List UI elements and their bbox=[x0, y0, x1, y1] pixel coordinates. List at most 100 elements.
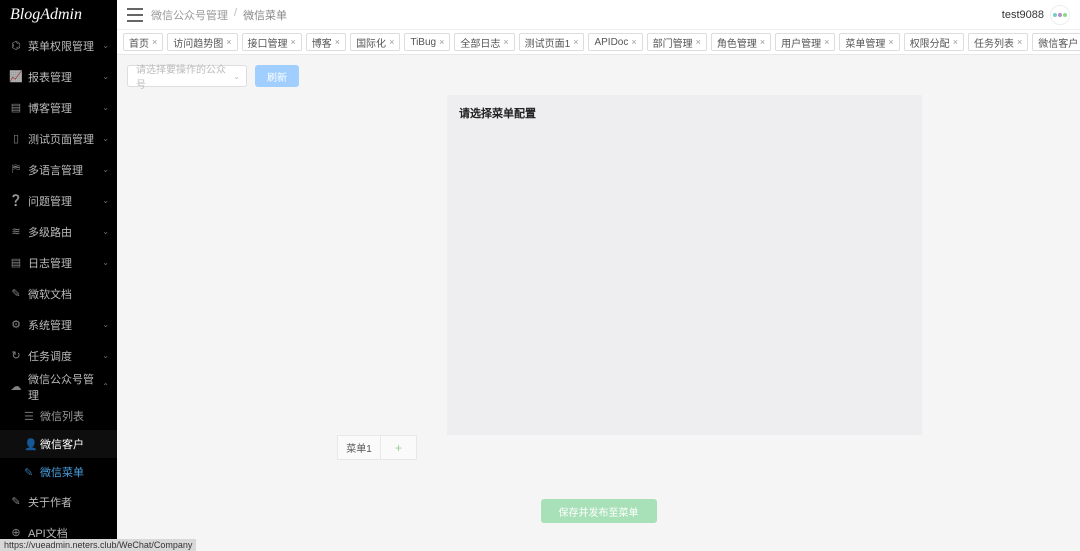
close-icon[interactable]: × bbox=[152, 37, 157, 47]
sidebar-item-label: 微信菜单 bbox=[40, 464, 84, 480]
tab-role[interactable]: 角色管理× bbox=[711, 33, 771, 51]
tab-user[interactable]: 用户管理× bbox=[775, 33, 835, 51]
tab-alllogs[interactable]: 全部日志× bbox=[454, 33, 514, 51]
sidebar-item-task[interactable]: ↻ 任务调度 ⌄ bbox=[0, 340, 117, 371]
sidebar-item-label: 微软文档 bbox=[28, 286, 109, 302]
close-icon[interactable]: × bbox=[439, 37, 444, 47]
sidebar-item-label: 日志管理 bbox=[28, 255, 102, 271]
question-icon: ❔ bbox=[10, 195, 22, 207]
status-bar-url: https://vueadmin.neters.club/WeChat/Comp… bbox=[0, 539, 196, 551]
page-icon: ▯ bbox=[10, 133, 22, 145]
sidebar-item-testpage[interactable]: ▯ 测试页面管理 ⌄ bbox=[0, 123, 117, 154]
close-icon[interactable]: × bbox=[760, 37, 765, 47]
app-logo: BlogAdmin bbox=[0, 0, 117, 30]
toolbar: 请选择要操作的公众号 ⌄ 刷新 bbox=[127, 65, 1070, 87]
sidebar-item-system[interactable]: ⚙ 系统管理 ⌄ bbox=[0, 309, 117, 340]
sidebar-nav: ⌬ 菜单权限管理 ⌄ 📈 报表管理 ⌄ ▤ 博客管理 ⌄ ▯ 测试页面管理 ⌄ … bbox=[0, 30, 117, 551]
sidebar-item-wechat[interactable]: ☁ 微信公众号管理 ⌃ bbox=[0, 371, 117, 402]
tab-visits[interactable]: 访问趋势图× bbox=[167, 33, 237, 51]
sitemap-icon: ⌬ bbox=[10, 40, 22, 52]
tab-testpage1[interactable]: 测试页面1× bbox=[519, 33, 585, 51]
menu-icon: ✎ bbox=[24, 466, 34, 479]
sidebar-item-label: 微信客户 bbox=[40, 436, 84, 452]
close-icon[interactable]: × bbox=[573, 37, 578, 47]
tab-interface[interactable]: 接口管理× bbox=[242, 33, 302, 51]
close-icon[interactable]: × bbox=[291, 37, 296, 47]
publish-button[interactable]: 保存并发布至菜单 bbox=[541, 499, 657, 523]
user-icon: 👤 bbox=[24, 438, 34, 451]
close-icon[interactable]: × bbox=[389, 37, 394, 47]
sidebar-item-label: 博客管理 bbox=[28, 100, 102, 116]
breadcrumb-current: 微信菜单 bbox=[243, 7, 287, 23]
api-icon: ⊕ bbox=[10, 527, 22, 539]
sidebar-item-msdocs[interactable]: ✎ 微软文档 bbox=[0, 278, 117, 309]
chevron-down-icon: ⌄ bbox=[102, 134, 109, 143]
sidebar-item-label: 菜单权限管理 bbox=[28, 38, 102, 54]
main: 微信公众号管理 / 微信菜单 test9088 首页× 访问趋势图× 接口管理×… bbox=[117, 0, 1080, 551]
sidebar-item-label: 任务调度 bbox=[28, 348, 102, 364]
doc-icon: ✎ bbox=[10, 288, 22, 300]
close-icon[interactable]: × bbox=[696, 37, 701, 47]
sidebar-item-label: 微信公众号管理 bbox=[28, 371, 102, 403]
menu1-button[interactable]: 菜单1 bbox=[337, 435, 381, 460]
tab-home[interactable]: 首页× bbox=[123, 33, 163, 51]
wechat-icon: ☁ bbox=[10, 381, 22, 393]
sidebar-subitem-wechat-customer[interactable]: 👤 微信客户 bbox=[0, 430, 117, 458]
account-select[interactable]: 请选择要操作的公众号 ⌄ bbox=[127, 65, 247, 87]
close-icon[interactable]: × bbox=[335, 37, 340, 47]
close-icon[interactable]: × bbox=[226, 37, 231, 47]
tab-permassign[interactable]: 权限分配× bbox=[904, 33, 964, 51]
sidebar-item-report[interactable]: 📈 报表管理 ⌄ bbox=[0, 61, 117, 92]
breadcrumb-sep: / bbox=[234, 7, 237, 23]
sidebar-item-perm[interactable]: ⌬ 菜单权限管理 ⌄ bbox=[0, 30, 117, 61]
log-icon: ▤ bbox=[10, 257, 22, 269]
avatar[interactable] bbox=[1050, 5, 1070, 25]
close-icon[interactable]: × bbox=[888, 37, 893, 47]
breadcrumb: 微信公众号管理 / 微信菜单 bbox=[151, 7, 287, 23]
sidebar-item-label: 微信列表 bbox=[40, 408, 84, 424]
sidebar-item-label: 测试页面管理 bbox=[28, 131, 102, 147]
refresh-button[interactable]: 刷新 bbox=[255, 65, 299, 87]
close-icon[interactable]: × bbox=[631, 37, 636, 47]
sidebar-item-issue[interactable]: ❔ 问题管理 ⌄ bbox=[0, 185, 117, 216]
tab-blog[interactable]: 博客× bbox=[306, 33, 346, 51]
tab-tibug[interactable]: TiBug× bbox=[404, 33, 450, 51]
chevron-down-icon: ⌄ bbox=[102, 320, 109, 329]
sidebar-item-author[interactable]: ✎ 关于作者 bbox=[0, 486, 117, 517]
select-placeholder: 请选择要操作的公众号 bbox=[136, 61, 233, 91]
tab-apidoc[interactable]: APIDoc× bbox=[588, 33, 642, 51]
tab-menu[interactable]: 菜单管理× bbox=[839, 33, 899, 51]
sidebar-item-logs[interactable]: ▤ 日志管理 ⌄ bbox=[0, 247, 117, 278]
tab-i18n[interactable]: 国际化× bbox=[350, 33, 400, 51]
config-title: 请选择菜单配置 bbox=[459, 105, 910, 121]
chevron-down-icon: ⌄ bbox=[102, 227, 109, 236]
chevron-down-icon: ⌄ bbox=[102, 196, 109, 205]
sidebar-item-label: 多级路由 bbox=[28, 224, 102, 240]
sidebar-item-routes[interactable]: ≋ 多级路由 ⌄ bbox=[0, 216, 117, 247]
tabs-bar: 首页× 访问趋势图× 接口管理× 博客× 国际化× TiBug× 全部日志× 测… bbox=[117, 30, 1080, 55]
breadcrumb-parent: 微信公众号管理 bbox=[151, 7, 228, 23]
task-icon: ↻ bbox=[10, 350, 22, 362]
sidebar-item-label: 报表管理 bbox=[28, 69, 102, 85]
tab-tasks[interactable]: 任务列表× bbox=[968, 33, 1028, 51]
header: 微信公众号管理 / 微信菜单 test9088 bbox=[117, 0, 1080, 30]
chevron-down-icon: ⌄ bbox=[102, 258, 109, 267]
sidebar-subitem-wechat-menu[interactable]: ✎ 微信菜单 bbox=[0, 458, 117, 486]
sidebar-item-label: 系统管理 bbox=[28, 317, 102, 333]
close-icon[interactable]: × bbox=[1017, 37, 1022, 47]
tab-wechat-cust[interactable]: 微信客户× bbox=[1032, 33, 1080, 51]
tab-dept[interactable]: 部门管理× bbox=[647, 33, 707, 51]
sidebar-toggle[interactable] bbox=[127, 8, 143, 22]
close-icon[interactable]: × bbox=[503, 37, 508, 47]
sidebar-subitem-wechat-list[interactable]: ☰ 微信列表 bbox=[0, 402, 117, 430]
chevron-up-icon: ⌃ bbox=[102, 382, 109, 391]
author-icon: ✎ bbox=[10, 496, 22, 508]
chevron-down-icon: ⌄ bbox=[102, 103, 109, 112]
user-name[interactable]: test9088 bbox=[1002, 9, 1044, 21]
close-icon[interactable]: × bbox=[953, 37, 958, 47]
chevron-down-icon: ⌄ bbox=[102, 165, 109, 174]
sidebar-item-lang[interactable]: ⛿ 多语言管理 ⌄ bbox=[0, 154, 117, 185]
add-menu-button[interactable]: + bbox=[381, 435, 417, 460]
sidebar-item-blog[interactable]: ▤ 博客管理 ⌄ bbox=[0, 92, 117, 123]
close-icon[interactable]: × bbox=[824, 37, 829, 47]
